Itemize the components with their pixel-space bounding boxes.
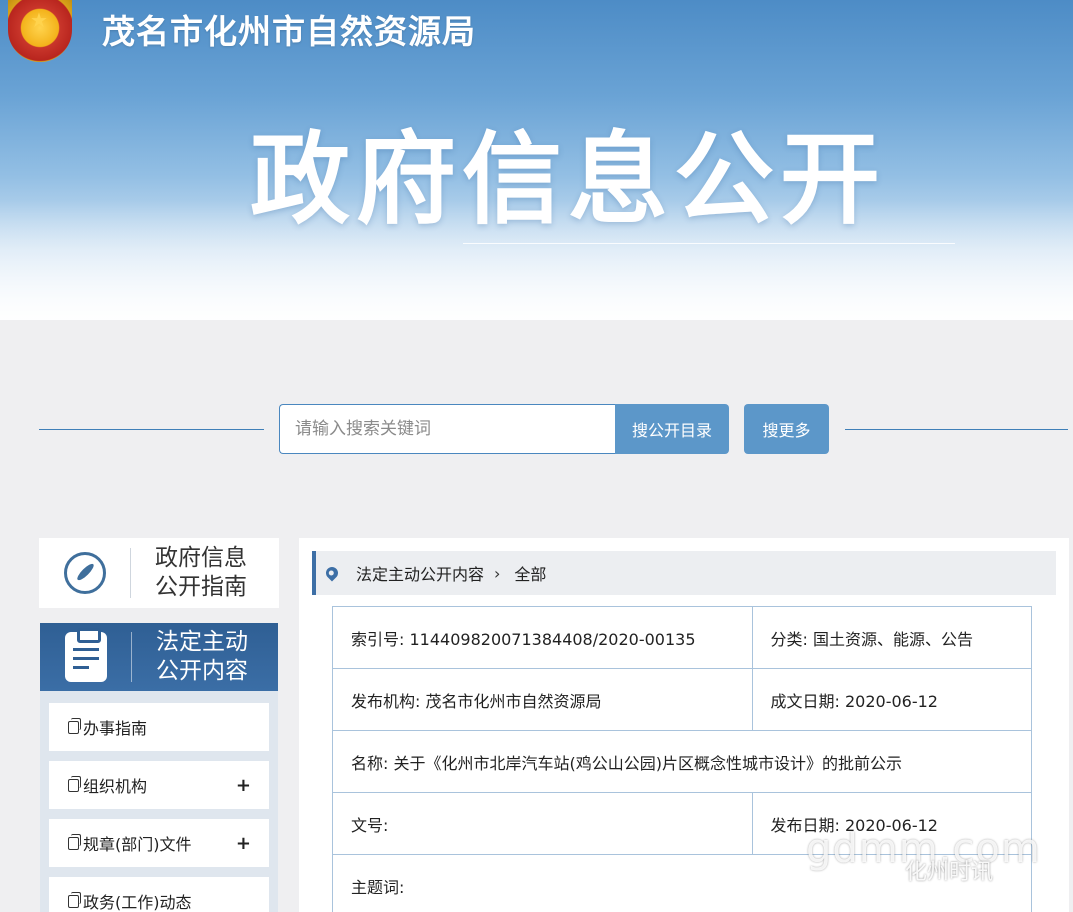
chevron-right-icon: ›	[494, 563, 501, 583]
search-box	[279, 404, 615, 454]
publisher-label: 发布机构:	[351, 691, 421, 711]
document-icon	[68, 775, 81, 792]
name-value: 关于《化州市北岸汽车站(鸡公山公园)片区概念性城市设计》的批前公示	[393, 753, 903, 773]
active-label-line1: 法定主动	[156, 629, 248, 655]
breadcrumb-section[interactable]: 法定主动公开内容	[356, 561, 484, 585]
doc-number-label: 文号:	[351, 815, 389, 835]
agency-name: 茂名市化州市自然资源局	[102, 12, 476, 51]
hero-title: 政府信息公开	[250, 121, 886, 238]
document-icon	[68, 717, 81, 734]
sidebar-item-guide[interactable]: 政府信息 公开指南	[39, 538, 279, 608]
table-row: 名称: 关于《化州市北岸汽车站(鸡公山公园)片区概念性城市设计》的批前公示	[332, 730, 1032, 793]
written-date-label: 成文日期:	[770, 691, 840, 711]
national-emblem-icon: ★	[8, 0, 72, 62]
hero-divider	[463, 243, 955, 244]
name-label: 名称:	[351, 753, 389, 773]
active-label-line2: 公开内容	[156, 658, 248, 684]
location-pin-icon	[323, 564, 341, 582]
category-value: 国土资源、能源、公告	[813, 629, 974, 649]
category-label: 分类:	[770, 629, 808, 649]
written-date-cell: 成文日期: 2020-06-12	[751, 668, 1032, 731]
expand-plus-icon[interactable]: +	[236, 833, 251, 854]
index-value: 114409820071384408/2020-00135	[409, 629, 696, 649]
submenu-item-label: 规章(部门)文件	[83, 835, 192, 854]
search-catalog-button[interactable]: 搜公开目录	[615, 404, 729, 454]
publisher-value: 茂名市化州市自然资源局	[425, 691, 602, 711]
submenu-item-regulations[interactable]: 规章(部门)文件 +	[49, 819, 269, 867]
submenu-item-label: 办事指南	[83, 719, 148, 738]
index-cell: 索引号: 114409820071384408/2020-00135	[332, 606, 753, 669]
header-banner: ★ 茂名市化州市自然资源局 政府信息公开	[0, 0, 1073, 320]
breadcrumb-current[interactable]: 全部	[514, 561, 546, 585]
doc-number-cell: 文号:	[332, 792, 753, 855]
written-date-value: 2020-06-12	[845, 691, 938, 711]
watermark-account: 化州时讯	[905, 860, 994, 885]
sidebar-item-statutory-content[interactable]: 法定主动 公开内容	[40, 623, 278, 691]
breadcrumb: 法定主动公开内容 › 全部	[312, 551, 1056, 595]
submenu-item-service-guide[interactable]: 办事指南	[49, 703, 269, 751]
document-icon	[68, 833, 81, 850]
document-icon	[68, 891, 81, 908]
clipboard-icon	[40, 628, 132, 682]
search-divider-right	[845, 429, 1068, 430]
expand-plus-icon[interactable]: +	[236, 775, 251, 796]
search-divider-left	[39, 429, 264, 430]
search-input[interactable]	[280, 405, 615, 453]
publisher-cell: 发布机构: 茂名市化州市自然资源局	[332, 668, 753, 731]
table-row: 索引号: 114409820071384408/2020-00135 分类: 国…	[332, 606, 1032, 669]
submenu-item-organization[interactable]: 组织机构 +	[49, 761, 269, 809]
category-cell: 分类: 国土资源、能源、公告	[751, 606, 1032, 669]
sidebar-submenu: 办事指南 组织机构 + 规章(部门)文件 + 政务(工作)动态	[40, 691, 278, 912]
guide-label-line2: 公开指南	[155, 574, 247, 600]
name-cell: 名称: 关于《化州市北岸汽车站(鸡公山公园)片区概念性城市设计》的批前公示	[332, 730, 1032, 793]
submenu-item-work-news[interactable]: 政务(工作)动态	[49, 877, 269, 912]
subject-label: 主题词:	[351, 877, 405, 897]
search-more-button[interactable]: 搜更多	[744, 404, 829, 454]
submenu-item-label: 组织机构	[83, 777, 148, 796]
compass-icon	[39, 548, 131, 598]
table-row: 发布机构: 茂名市化州市自然资源局 成文日期: 2020-06-12	[332, 668, 1032, 731]
submenu-item-label: 政务(工作)动态	[83, 893, 192, 912]
index-label: 索引号:	[351, 629, 405, 649]
guide-label-line1: 政府信息	[155, 545, 247, 571]
